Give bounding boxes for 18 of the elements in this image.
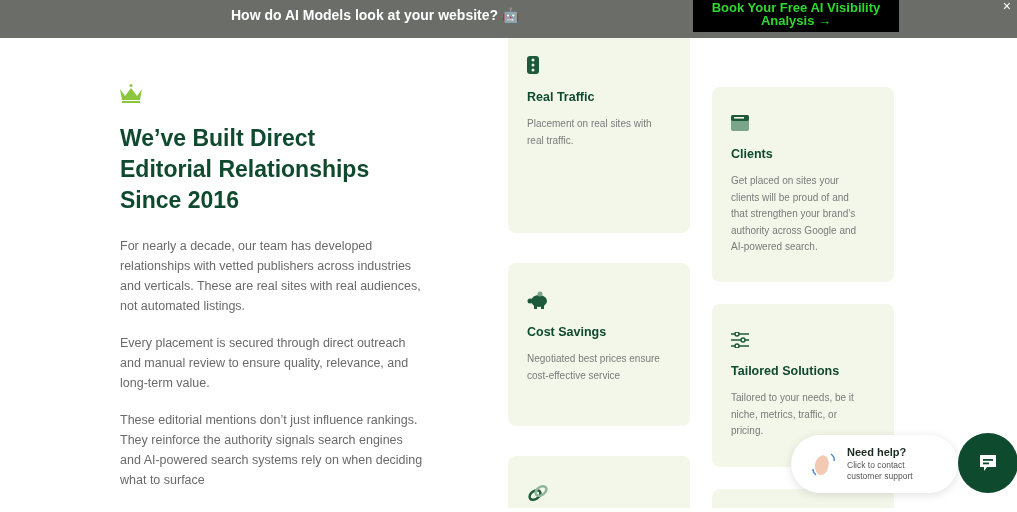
help-widget[interactable]: Need help? Click to contact customer support	[791, 435, 958, 493]
close-button[interactable]: ×	[1000, 0, 1013, 14]
banner-text: How do AI Models look at your website? 🤖	[231, 7, 519, 23]
card-description: Negotiated best prices ensure cost-effective service	[527, 352, 661, 383]
body-paragraph: Every placement is secured through direct outreach and manual review to ensure quality, relevance, and long-term value.	[120, 335, 410, 392]
help-text: Click to contact customer support	[847, 460, 914, 482]
card-description: Tailored to your needs, be it niche, metrics, traffic, or pricing.	[731, 391, 855, 438]
card-description: Placement on real sites with real traffic.	[527, 117, 653, 148]
body-paragraph: These editorial mentions don’t just influence rankings. They reinforce the authority signals search engines and AI-powered search systems rely on when deciding what to surface	[120, 412, 424, 489]
card-title: Clients	[731, 147, 774, 161]
section-heading: We’ve Built Direct Editorial Relationships Since 2016	[120, 124, 371, 215]
card-description: Get placed on sites your clients will be proud of and that strengthen your brand’s authority across Google and AI-powered search.	[731, 174, 858, 254]
card-title: Real Traffic	[527, 90, 596, 104]
help-title: Need help?	[847, 446, 908, 458]
card-title: Cost Savings	[527, 325, 608, 339]
body-paragraph: For nearly a decade, our team has developed relationships with vetted publishers across industries and verticals. These are real sites with real audiences, not automated listings.	[120, 238, 422, 315]
book-analysis-button[interactable]: Book Your Free AI Visibility Analysis →	[693, 0, 899, 32]
card-title: Tailored Solutions	[731, 364, 841, 378]
